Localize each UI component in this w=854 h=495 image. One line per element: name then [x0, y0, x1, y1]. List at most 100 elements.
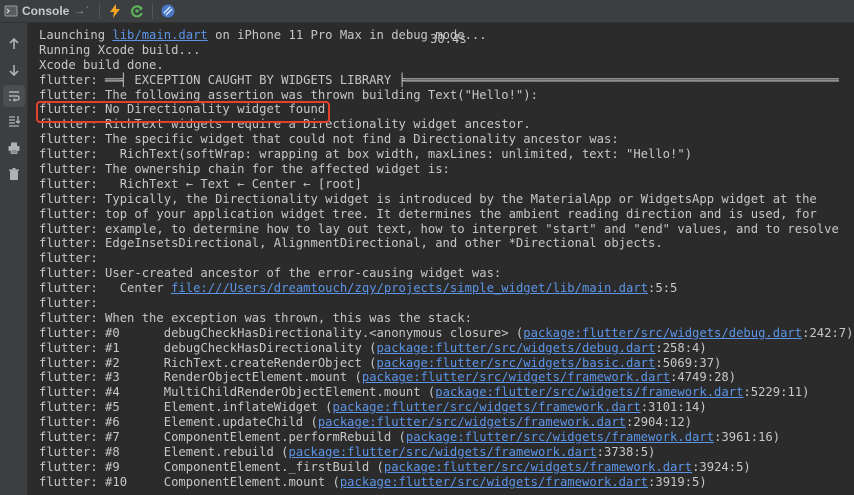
console-toolbar: Console →ʿ	[0, 0, 854, 23]
source-link[interactable]: package:flutter/src/widgets/framework.da…	[362, 370, 670, 384]
console-text: flutter: #0 debugCheckHasDirectionality.…	[39, 325, 524, 340]
console-line: flutter: The specific widget that could …	[39, 132, 854, 147]
console-line: flutter: Typically, the Directionality w…	[39, 192, 854, 207]
console-output[interactable]: Launching lib/main.dart on iPhone 11 Pro…	[29, 28, 854, 495]
console-text: flutter: RichText ← Text ← Center ← [roo…	[39, 176, 362, 191]
flutter-inspector-icon[interactable]	[157, 0, 179, 22]
console-text: flutter: #6 Element.updateChild (	[39, 415, 318, 430]
console-line: flutter: #0 debugCheckHasDirectionality.…	[39, 326, 854, 341]
print-icon[interactable]	[3, 137, 25, 159]
console-tab[interactable]: Console →ʿ	[0, 0, 95, 22]
console-text: :3738:5)	[596, 444, 656, 459]
console-text: Launching	[39, 28, 113, 42]
console-text: flutter: #7 ComponentElement.performRebu…	[39, 430, 406, 445]
console-text: flutter: #2 RichText.createRenderObject …	[39, 355, 377, 370]
source-link[interactable]: package:flutter/src/widgets/basic.dart	[377, 356, 656, 370]
console-text: :3961:16)	[714, 430, 781, 445]
console-text: flutter: User-created ancestor of the er…	[39, 266, 502, 281]
console-text: Xcode build done.	[39, 57, 164, 72]
console-line: flutter: When the exception was thrown, …	[39, 311, 854, 326]
console-line: flutter: The ownership chain for the aff…	[39, 162, 854, 177]
console-text: :258:4)	[655, 340, 707, 355]
scroll-to-end-icon[interactable]	[3, 110, 25, 132]
console-text: :242:7)	[802, 325, 854, 340]
source-link[interactable]: package:flutter/src/widgets/framework.da…	[435, 385, 743, 399]
console-line: flutter: #3 RenderObjectElement.mount (p…	[39, 370, 854, 385]
console-text: flutter: #1 debugCheckHasDirectionality …	[39, 340, 377, 355]
console-text: flutter:	[39, 251, 98, 266]
console-text: :5069:37)	[655, 355, 722, 370]
console-text: flutter: example, to determine how to la…	[39, 221, 839, 236]
console-line: flutter: example, to determine how to la…	[39, 222, 854, 237]
console-side-toolbar	[0, 23, 28, 495]
error-highlight-box	[36, 101, 330, 123]
console-text: flutter: The ownership chain for the aff…	[39, 162, 450, 177]
source-link[interactable]: package:flutter/src/widgets/debug.dart	[523, 326, 802, 340]
console-line: flutter: #8 Element.rebuild (package:flu…	[39, 445, 854, 460]
arrow-down-icon[interactable]	[3, 59, 25, 81]
console-text: flutter: The specific widget that could …	[39, 132, 619, 147]
lightning-icon[interactable]	[104, 0, 126, 22]
console-text: flutter: When the exception was thrown, …	[39, 310, 472, 325]
console-line: flutter: #10 ComponentElement.mount (pac…	[39, 475, 854, 490]
console-text: Running Xcode build...	[39, 42, 201, 57]
console-text: flutter: #4 MultiChildRenderObjectElemen…	[39, 385, 436, 400]
soft-wrap-icon[interactable]	[3, 85, 25, 107]
console-text: :5:5	[648, 281, 678, 296]
console-line: flutter: #7 ComponentElement.performRebu…	[39, 430, 854, 445]
console-text: flutter: Center	[39, 281, 172, 296]
console-tab-label: Console	[22, 4, 70, 18]
console-line: flutter: Center file:///Users/dreamtouch…	[39, 281, 854, 296]
console-line: flutter: top of your application widget …	[39, 207, 854, 222]
console-text: :3924:5)	[692, 459, 751, 474]
trash-icon[interactable]	[3, 163, 25, 185]
arrow-up-icon[interactable]	[3, 33, 25, 55]
console-text: flutter: #3 RenderObjectElement.mount (	[39, 370, 362, 385]
console-line: flutter: RichText ← Text ← Center ← [roo…	[39, 177, 854, 192]
console-text: :2904:12)	[626, 415, 693, 430]
toolbar-divider	[152, 3, 154, 19]
source-link[interactable]: package:flutter/src/widgets/framework.da…	[318, 415, 626, 429]
console-line: flutter: #9 ComponentElement._firstBuild…	[39, 460, 854, 475]
console-text: flutter: #9 ComponentElement._firstBuild…	[39, 459, 384, 474]
console-line: flutter: #4 MultiChildRenderObjectElemen…	[39, 385, 854, 400]
console-text: flutter:	[39, 296, 98, 311]
console-text: flutter: #10 ComponentElement.mount (	[39, 474, 340, 489]
console-text: flutter: ══╡ EXCEPTION CAUGHT BY WIDGETS…	[39, 72, 839, 87]
console-line: flutter: User-created ancestor of the er…	[39, 266, 854, 281]
console-line: flutter: #6 Element.updateChild (package…	[39, 415, 854, 430]
console-text: flutter: #5 Element.inflateWidget (	[39, 400, 333, 415]
source-link[interactable]: package:flutter/src/widgets/framework.da…	[340, 475, 648, 489]
source-link[interactable]: file:///Users/dreamtouch/zqy/projects/si…	[171, 281, 648, 295]
source-link[interactable]: package:flutter/src/widgets/framework.da…	[384, 460, 692, 474]
console-text: :3919:5)	[648, 474, 707, 489]
console-line: flutter: #2 RichText.createRenderObject …	[39, 356, 854, 371]
source-link[interactable]: package:flutter/src/widgets/debug.dart	[377, 341, 656, 355]
console-line: flutter: ══╡ EXCEPTION CAUGHT BY WIDGETS…	[39, 73, 854, 88]
console-text: :4749:28)	[670, 370, 737, 385]
console-text: :3101:14)	[640, 400, 707, 415]
arrow-right-icon[interactable]: →ʿ	[74, 5, 89, 17]
source-link[interactable]: package:flutter/src/widgets/framework.da…	[406, 430, 714, 444]
source-link[interactable]: lib/main.dart	[112, 28, 207, 42]
console-text: flutter: RichText(softWrap: wrapping at …	[39, 147, 693, 162]
build-elapsed-time: 30.4s	[430, 32, 467, 46]
console-line: flutter: RichText(softWrap: wrapping at …	[39, 147, 854, 162]
console-line: flutter: #1 debugCheckHasDirectionality …	[39, 341, 854, 356]
source-link[interactable]: package:flutter/src/widgets/framework.da…	[333, 400, 641, 414]
console-text: flutter: EdgeInsetsDirectional, Alignmen…	[39, 236, 663, 251]
restart-icon[interactable]	[126, 0, 148, 22]
console-text: flutter: Typically, the Directionality w…	[39, 191, 817, 206]
console-icon	[4, 4, 18, 18]
source-link[interactable]: package:flutter/src/widgets/framework.da…	[288, 445, 596, 459]
console-line: Xcode build done.	[39, 58, 854, 73]
console-text: :5229:11)	[743, 385, 810, 400]
console-line: flutter:	[39, 251, 854, 266]
console-line: flutter: #5 Element.inflateWidget (packa…	[39, 400, 854, 415]
console-line: flutter:	[39, 296, 854, 311]
toolbar-divider	[99, 3, 101, 19]
console-text: flutter: top of your application widget …	[39, 206, 817, 221]
console-line: flutter: EdgeInsetsDirectional, Alignmen…	[39, 236, 854, 251]
console-text: flutter: The following assertion was thr…	[39, 87, 538, 102]
console-text: flutter: #8 Element.rebuild (	[39, 444, 289, 459]
